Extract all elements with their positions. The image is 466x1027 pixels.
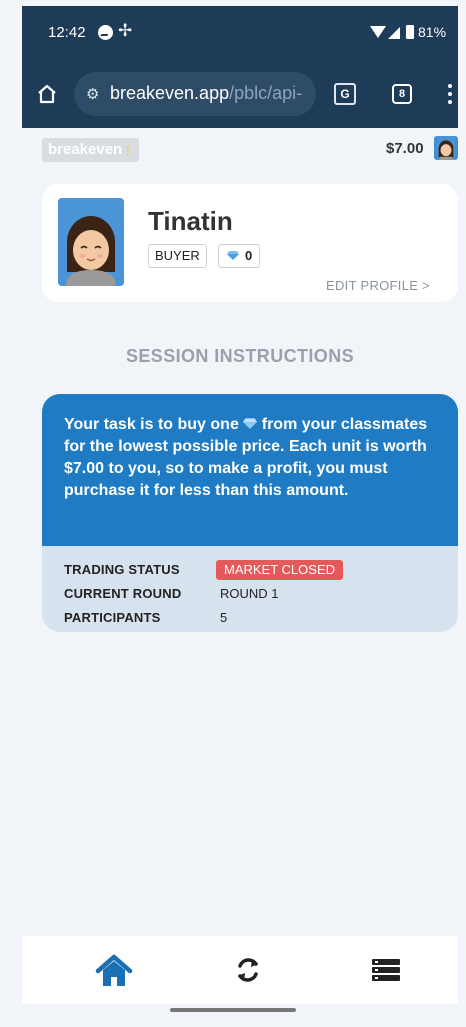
avatar-face-icon — [58, 198, 124, 286]
battery-percent: 81% — [418, 24, 447, 40]
market-status-badge: MARKET CLOSED — [216, 560, 344, 580]
section-title: SESSION INSTRUCTIONS — [125, 346, 355, 366]
participants-label: PARTICIPANTS — [64, 610, 161, 625]
bottom-navigation — [22, 936, 458, 1004]
url-path: /pblc/api- — [229, 83, 303, 103]
home-icon[interactable] — [36, 83, 58, 105]
url-text[interactable]: breakeven.app/pblc/api- — [110, 83, 308, 104]
logo-accent-icon: ⋮ — [122, 145, 134, 157]
gem-icon — [227, 251, 239, 260]
site-settings-icon[interactable]: ⚙ — [86, 85, 99, 103]
fan-icon: ✢ — [118, 21, 133, 40]
instructions-card: Your task is to buy one from your classm… — [42, 394, 458, 632]
more-menu-icon[interactable] — [448, 84, 452, 104]
avatar-face-icon — [437, 136, 455, 160]
profile-name: Tinatin — [148, 206, 233, 236]
current-round-label: CURRENT ROUND — [64, 586, 182, 601]
trading-status-label: TRADING STATUS — [64, 562, 180, 577]
profile-card: Tinatin BUYER 0 EDIT PROFILE > — [42, 184, 458, 302]
current-round-value: ROUND 1 — [220, 586, 279, 601]
edit-profile-link[interactable]: EDIT PROFILE > — [326, 278, 430, 293]
participants-value: 5 — [220, 610, 228, 625]
role-badge: BUYER — [148, 244, 207, 268]
status-bar: 12:42 ✢ 81% — [22, 6, 458, 60]
signal-icon — [388, 27, 400, 39]
instructions-text: Your task is to buy one from your classm… — [64, 414, 444, 502]
wifi-icon — [370, 26, 386, 38]
app-header: breakeven⋮ $7.00 — [22, 128, 458, 170]
breakeven-logo[interactable]: breakeven⋮ — [42, 138, 140, 162]
header-avatar[interactable] — [434, 136, 458, 160]
profile-avatar[interactable] — [58, 198, 124, 286]
translate-icon[interactable]: G — [334, 83, 356, 105]
address-bar[interactable]: ⚙ breakeven.app/pblc/api- — [74, 72, 316, 116]
messenger-icon — [98, 25, 113, 40]
browser-toolbar: ⚙ breakeven.app/pblc/api- G 8 — [22, 60, 458, 128]
gesture-home-indicator[interactable] — [170, 1008, 296, 1012]
status-time: 12:42 — [48, 24, 86, 41]
gem-icon — [243, 418, 258, 429]
gem-balance-badge: 0 — [218, 244, 260, 268]
gem-count: 0 — [245, 248, 253, 263]
url-domain: breakeven.app — [110, 83, 230, 103]
instructions-panel: Your task is to buy one from your classm… — [42, 394, 458, 546]
nav-refresh-icon[interactable] — [230, 952, 266, 988]
nav-home-icon[interactable] — [94, 954, 134, 988]
instructions-text-start: Your task is to buy one — [64, 416, 239, 433]
logo-text: breakeven — [48, 141, 123, 158]
phone-screen: 12:42 ✢ 81% ⚙ breakeven.app/pblc/api- G … — [22, 6, 458, 1027]
nav-list-icon[interactable] — [368, 952, 404, 988]
tab-switcher-button[interactable]: 8 — [392, 84, 412, 104]
balance-amount: $7.00 — [386, 140, 424, 157]
battery-icon — [406, 25, 414, 39]
